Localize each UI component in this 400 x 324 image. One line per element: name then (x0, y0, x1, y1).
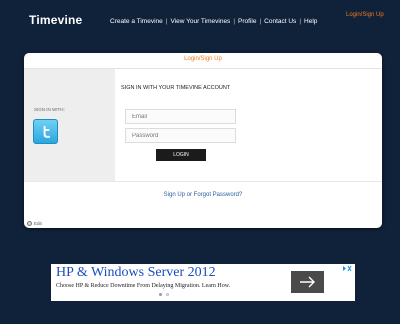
account-login-heading: SIGN IN WITH YOUR TIMEVINE ACCOUNT (121, 85, 231, 91)
ad-page-dot[interactable] (166, 293, 169, 296)
gear-icon (27, 221, 32, 226)
ad-choices-icon[interactable] (342, 265, 352, 272)
site-logo[interactable]: Timevine (29, 13, 82, 27)
edit-control[interactable]: Edit (27, 221, 42, 226)
main-nav: Create a Timevine | View Your Timevines … (110, 18, 317, 25)
ad-title[interactable]: HP & Windows Server 2012 (56, 265, 216, 281)
top-bar: Timevine Create a Timevine | View Your T… (0, 0, 400, 44)
sign-in-with-label: SIGN IN WITH: (34, 107, 65, 112)
nav-separator: | (299, 18, 302, 25)
edit-label: Edit (34, 221, 42, 226)
nav-separator: | (259, 18, 262, 25)
arrow-right-icon (300, 276, 315, 288)
signup-forgot-password-link[interactable]: Sign Up or Forgot Password? (24, 192, 382, 198)
ad-page-dot[interactable] (159, 293, 162, 296)
ad-banner[interactable]: HP & Windows Server 2012 Choose HP & Red… (51, 264, 355, 301)
nav-help[interactable]: Help (304, 18, 317, 25)
nav-separator: | (233, 18, 236, 25)
email-field[interactable] (125, 109, 236, 124)
password-field[interactable] (125, 128, 236, 143)
twitter-login-button[interactable] (33, 119, 58, 144)
card-title: Login/Sign Up (184, 56, 222, 62)
ad-arrow-button[interactable] (291, 271, 324, 293)
login-card: Login/Sign Up SIGN IN WITH: SIGN IN WITH… (24, 53, 382, 228)
divider (24, 181, 382, 182)
ad-text: Choose HP & Reduce Downtime From Delayin… (56, 283, 231, 289)
nav-view-timevines[interactable]: View Your Timevines (170, 18, 230, 25)
account-login-panel: SIGN IN WITH YOUR TIMEVINE ACCOUNT LOGIN (115, 69, 382, 181)
nav-create-timevine[interactable]: Create a Timevine (110, 18, 163, 25)
nav-separator: | (165, 18, 168, 25)
twitter-bird-icon (43, 125, 50, 138)
nav-profile[interactable]: Profile (238, 18, 256, 25)
social-login-panel: SIGN IN WITH: (24, 69, 115, 181)
ad-pagination (159, 293, 169, 296)
login-button[interactable]: LOGIN (156, 149, 206, 161)
ad-choices-icon (343, 265, 352, 272)
login-signup-link[interactable]: Login/Sign Up (346, 12, 384, 18)
nav-contact-us[interactable]: Contact Us (264, 18, 296, 25)
